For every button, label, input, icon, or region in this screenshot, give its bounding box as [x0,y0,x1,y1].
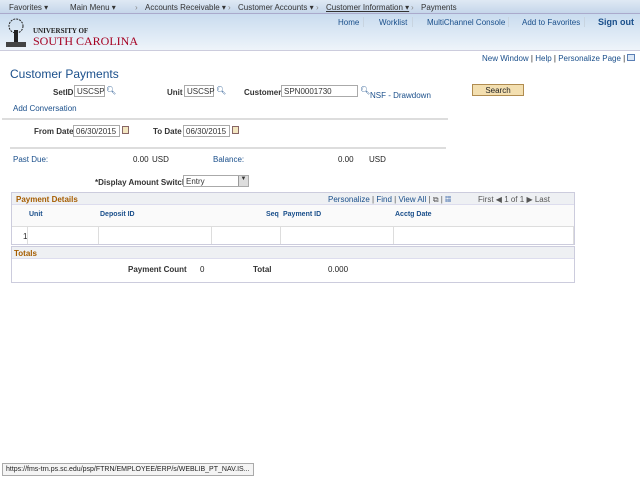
multichannel-console-link[interactable]: MultiChannel Console [427,18,505,27]
setid-label: SetID [53,88,74,97]
university-logo-icon [4,18,28,48]
seq-cell [212,227,281,244]
page-settings-icon[interactable] [627,54,636,61]
unit-label: Unit [167,88,183,97]
payment-id-cell [281,227,394,244]
grid-find-link[interactable]: Find [376,195,392,204]
new-window-link[interactable]: New Window [482,54,529,63]
payment-count-label: Payment Count [128,265,187,274]
column-unit: Unit [29,211,43,218]
sign-out-link[interactable]: Sign out [598,17,634,27]
total-label: Total [253,265,272,274]
to-date-label: To Date [153,127,182,136]
customer-input[interactable]: SPN0001730 [281,85,358,97]
breadcrumb-accounts-receivable[interactable]: Accounts Receivable ▾ [145,3,226,12]
nav-bar: Favorites ▾ Main Menu ▾ › Accounts Recei… [0,0,640,14]
total-value: 0.000 [328,265,349,274]
totals-section: Totals Payment Count 0 Total 0.000 [11,246,575,283]
from-date-label: From Date [34,127,74,136]
previous-icon[interactable]: ◀ [496,195,502,204]
payment-details-grid: Payment Details Personalize | Find | Vie… [11,192,575,245]
unit-input[interactable]: USCSP [184,85,215,97]
first-link[interactable]: First [478,195,494,204]
from-date-calendar-icon[interactable] [122,126,129,134]
breadcrumb-customer-accounts[interactable]: Customer Accounts ▾ [238,3,314,12]
header: UNIVERSITY OF SOUTH CAROLINA Home Workli… [0,14,640,51]
home-link[interactable]: Home [338,18,359,27]
grid-personalize-link[interactable]: Personalize [328,195,370,204]
customer-label: Customer [244,88,282,97]
grid-title: Payment Details [16,195,78,204]
past-due-label: Past Due: [13,155,49,164]
help-link[interactable]: Help [535,54,551,63]
last-link[interactable]: Last [535,195,550,204]
to-date-input[interactable]: 06/30/2015 [183,125,230,137]
setid-input[interactable]: USCSP [74,85,105,97]
personalize-page-link[interactable]: Personalize Page [558,54,621,63]
add-conversation-link[interactable]: Add Conversation [13,104,77,113]
past-due-currency: USD [152,155,169,164]
balance-label: Balance: [213,155,245,164]
column-deposit-id: Deposit ID [100,211,135,218]
breadcrumb-payments: Payments [421,3,457,12]
unit-cell [28,227,99,244]
to-date-calendar-icon[interactable] [232,126,239,134]
balance-value: 0.00 [338,155,354,164]
column-seq: Seq [266,211,279,218]
search-button[interactable]: Search [472,84,524,96]
table-row: 1 [12,227,574,244]
main-menu[interactable]: Main Menu ▾ [70,3,116,12]
grid-header-row: Unit Deposit ID Seq Payment ID Acctg Dat… [12,205,574,227]
chevron-down-icon: ▼ [238,176,248,186]
setid-lookup-icon[interactable]: 🔍︎ [106,86,116,95]
customer-lookup-icon[interactable]: 🔍︎ [360,86,370,95]
page-title: Customer Payments [10,67,119,81]
row-range: 1 of 1 [504,195,525,204]
next-icon[interactable]: ▶ [526,195,532,204]
acctg-date-cell [394,227,574,244]
customer-name: NSF - Drawdown [370,91,431,100]
display-amount-switch-label: *Display Amount Switch [95,178,187,187]
balance-currency: USD [369,155,386,164]
divider [10,147,446,149]
grid-view-all-link[interactable]: View All [398,195,426,204]
download-icon[interactable]: ▦ [445,195,451,204]
divider [2,118,448,120]
favorites-menu[interactable]: Favorites ▾ [9,3,48,12]
unit-lookup-icon[interactable]: 🔍︎ [216,86,226,95]
column-payment-id: Payment ID [283,211,322,218]
display-amount-switch-select[interactable]: Entry ▼ [183,175,249,187]
totals-title: Totals [14,249,37,258]
column-acctg-date: Acctg Date [395,211,432,218]
payment-count-value: 0 [200,265,205,274]
logo-text-bottom: SOUTH CAROLINA [33,34,138,48]
worklist-link[interactable]: Worklist [379,18,407,27]
breadcrumb-customer-information[interactable]: Customer Information ▾ [326,3,409,12]
add-to-favorites-link[interactable]: Add to Favorites [522,18,580,27]
zoom-grid-icon[interactable]: ⧉ [433,195,439,204]
status-bar-url: https://fms-trn.ps.sc.edu/psp/FTRN/EMPLO… [2,463,254,476]
deposit-id-cell [99,227,212,244]
from-date-input[interactable]: 06/30/2015 [73,125,120,137]
past-due-value: 0.00 [133,155,149,164]
